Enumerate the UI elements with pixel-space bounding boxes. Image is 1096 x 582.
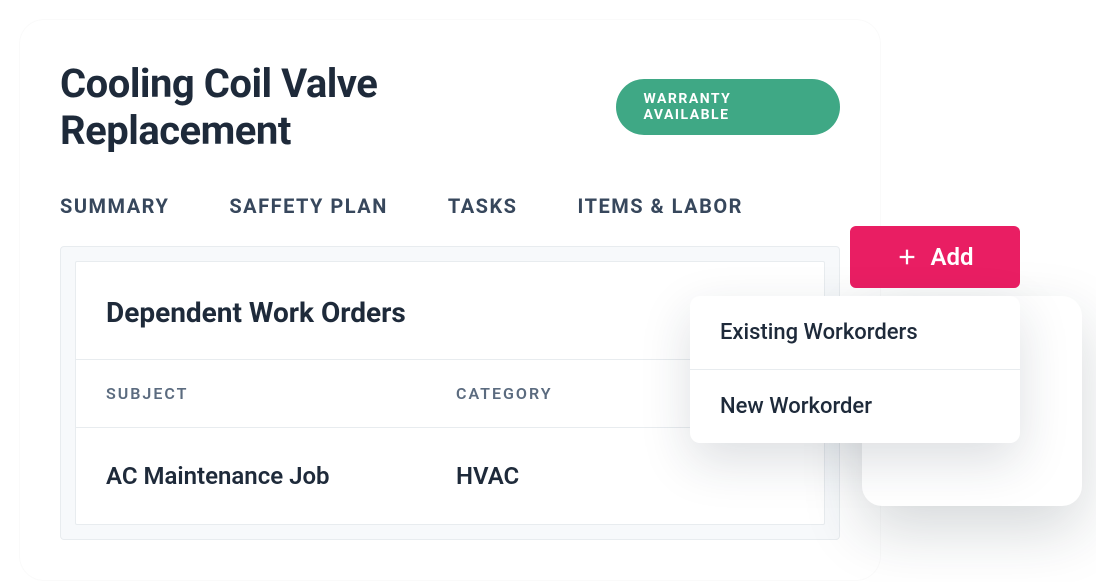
- column-header-subject: SUBJECT: [106, 384, 456, 403]
- add-button-label: Add: [930, 243, 973, 271]
- tab-safety-plan[interactable]: SAFFETY PLAN: [229, 194, 388, 218]
- plus-icon: [896, 246, 918, 268]
- warranty-badge: WARRANTY AVAILABLE: [616, 79, 840, 135]
- page-title: Cooling Coil Valve Replacement: [60, 60, 586, 154]
- tab-tasks[interactable]: TASKS: [448, 194, 518, 218]
- tab-items-labor[interactable]: ITEMS & LABOR: [578, 194, 743, 218]
- header-row: Cooling Coil Valve Replacement WARRANTY …: [20, 60, 880, 154]
- add-dropdown: Existing Workorders New Workorder: [690, 296, 1020, 443]
- tab-summary[interactable]: SUMMARY: [60, 194, 169, 218]
- tabs-container: SUMMARY SAFFETY PLAN TASKS ITEMS & LABOR: [20, 154, 880, 246]
- dropdown-item-new-workorder[interactable]: New Workorder: [690, 370, 1020, 443]
- add-button[interactable]: Add: [850, 226, 1020, 288]
- dropdown-item-existing-workorders[interactable]: Existing Workorders: [690, 296, 1020, 370]
- cell-subject: AC Maintenance Job: [106, 462, 456, 490]
- cell-category: HVAC: [456, 462, 794, 490]
